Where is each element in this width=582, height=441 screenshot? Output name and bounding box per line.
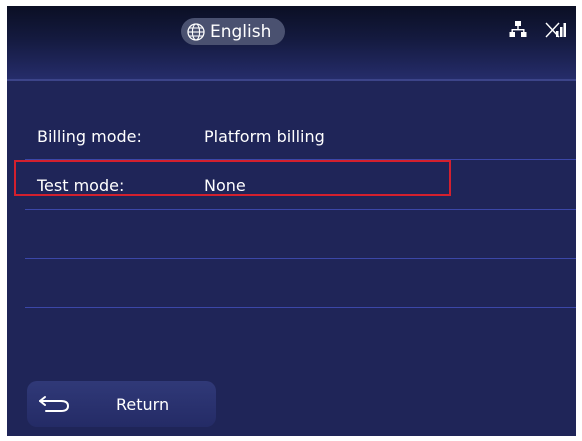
row-divider: [25, 209, 576, 210]
globe-icon: [187, 22, 205, 41]
test-mode-label: Test mode:: [37, 176, 125, 195]
billing-mode-label: Billing mode:: [37, 127, 142, 146]
row-divider: [25, 258, 576, 259]
no-signal-icon: [545, 22, 566, 38]
billing-mode-value: Platform billing: [204, 127, 325, 146]
return-button[interactable]: Return: [27, 381, 216, 427]
test-mode-value: None: [204, 176, 246, 195]
return-arrow-icon: [39, 396, 70, 412]
return-label: Return: [116, 395, 170, 414]
settings-screen: English Billing mode: Platform billing T…: [7, 6, 576, 436]
language-label: English: [210, 21, 272, 42]
row-divider: [25, 307, 576, 308]
network-icon: [509, 21, 527, 37]
top-bar: English: [7, 6, 576, 79]
top-bar-divider: [7, 79, 576, 81]
language-selector[interactable]: English: [181, 18, 285, 45]
